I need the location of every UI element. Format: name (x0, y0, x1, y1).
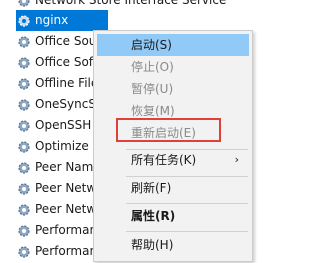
gear-icon (16, 181, 32, 197)
gear-icon (16, 34, 32, 50)
gear-icon (16, 160, 32, 176)
service-name: Optimize d (35, 139, 101, 153)
gear-icon (16, 97, 32, 113)
service-row-selected[interactable]: nginx (16, 10, 108, 31)
menu-item-pause[interactable]: 暂停(U) (97, 78, 249, 100)
menu-separator (126, 203, 248, 204)
menu-separator (126, 231, 248, 232)
service-name: Performan (35, 244, 98, 258)
service-name: nginx (35, 13, 69, 27)
service-name: Office Sou (35, 34, 97, 48)
gear-icon (16, 202, 32, 218)
service-name: Peer Name (35, 160, 101, 174)
menu-item-all-tasks[interactable]: 所有任务(K) › (97, 149, 249, 171)
service-name: Offline File (35, 76, 99, 90)
gear-icon (16, 13, 32, 29)
annotation-highlight-box (116, 118, 221, 142)
gear-icon (16, 118, 32, 134)
menu-item-properties[interactable]: 属性(R) (97, 205, 249, 227)
gear-icon (16, 244, 32, 260)
menu-item-stop[interactable]: 停止(O) (97, 56, 249, 78)
gear-icon (16, 0, 32, 9)
menu-item-label: 所有任务(K) (131, 153, 197, 167)
gear-icon (16, 76, 32, 92)
menu-item-refresh[interactable]: 刷新(F) (97, 177, 249, 199)
menu-item-start[interactable]: 启动(S) (97, 34, 249, 56)
gear-icon (16, 55, 32, 71)
gear-icon (16, 139, 32, 155)
service-name: Performan (35, 223, 98, 237)
context-menu: 启动(S) 停止(O) 暂停(U) 恢复(M) 重新启动(E) 所有任务(K) … (93, 30, 253, 262)
chevron-right-icon: › (234, 153, 239, 166)
menu-item-help[interactable]: 帮助(H) (97, 234, 249, 256)
service-name: Office Soft (35, 55, 98, 69)
gear-icon (16, 223, 32, 239)
